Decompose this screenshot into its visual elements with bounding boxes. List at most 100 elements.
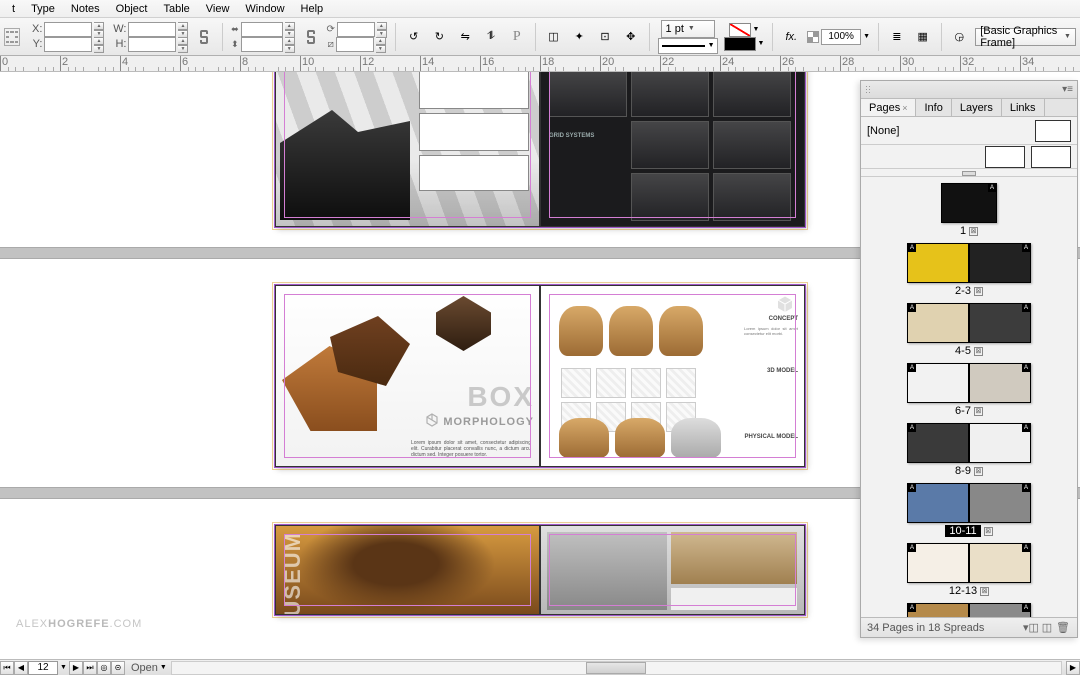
page-thumb-14-15[interactable]: AA14-15⊠ — [861, 603, 1077, 617]
menu-item-object[interactable]: Object — [108, 0, 156, 18]
center-content-icon[interactable]: ✥ — [621, 26, 641, 48]
horizontal-scrollbar[interactable] — [171, 661, 1062, 675]
pages-list[interactable]: A1⊠ AA2-3⊠ AA4-5⊠ AA6-7⊠ AA8-9⊠ AA10-11⊠ AA12-… — [861, 177, 1077, 617]
tab-links[interactable]: Links — [1002, 99, 1045, 116]
delete-page-icon[interactable]: 🗑 — [1055, 621, 1071, 635]
menu-item-window[interactable]: Window — [237, 0, 292, 18]
menu-item-partial[interactable]: t — [4, 0, 23, 18]
create-page-icon[interactable]: ◫ — [1039, 621, 1055, 635]
effects-icon[interactable]: fx. — [781, 26, 801, 48]
master-none-row[interactable]: [None] — [861, 117, 1077, 145]
page-thumb-8-9[interactable]: AA8-9⊠ — [861, 423, 1077, 477]
page-thumb-1[interactable]: A1⊠ — [861, 183, 1077, 237]
page-thumb-6-7[interactable]: AA6-7⊠ — [861, 363, 1077, 417]
cap-3dmodel: 3D MODEL — [767, 368, 798, 374]
page-thumb-10-11[interactable]: AA10-11⊠ — [861, 483, 1077, 537]
wrap-around-icon[interactable]: ▦ — [913, 26, 933, 48]
opacity-input[interactable] — [821, 29, 861, 45]
h-spin[interactable]: ▲▼ — [178, 37, 188, 52]
select-content-icon[interactable]: ✦ — [569, 26, 589, 48]
page-thumb-4-5[interactable]: AA4-5⊠ — [861, 303, 1077, 357]
panel-tabs: Pages× Info Layers Links — [861, 99, 1077, 117]
page-thumb-2-3[interactable]: AA2-3⊠ — [861, 243, 1077, 297]
panel-splitter[interactable] — [861, 169, 1077, 177]
h-label: H: — [110, 38, 126, 50]
last-page-button[interactable]: ⏭ — [83, 661, 97, 675]
errors-icon[interactable]: ⊝ — [111, 661, 125, 675]
scroll-right-button[interactable]: ▶ — [1066, 661, 1080, 675]
page-14[interactable]: MUSEUM — [275, 525, 540, 615]
cap-physical: PHYSICAL MODEL — [744, 434, 798, 440]
constrain-scale-icon[interactable] — [301, 26, 321, 48]
fill-menu-icon[interactable]: ▼ — [753, 26, 760, 33]
page-thumb-12-13[interactable]: AA12-13⊠ — [861, 543, 1077, 597]
page-10[interactable]: PUZZLE SOLVER'S — [275, 72, 540, 227]
menu-item-notes[interactable]: Notes — [63, 0, 108, 18]
x-spin[interactable]: ▲▼ — [94, 22, 104, 37]
panel-footer: 34 Pages in 18 Spreads ▾◫ ◫ 🗑 — [861, 617, 1077, 637]
rotate-ccw-icon[interactable]: ↺ — [404, 26, 424, 48]
new-page-icon[interactable]: ▾◫ — [1023, 621, 1039, 635]
stroke-weight-dropdown[interactable]: 1 pt▼ — [661, 20, 715, 38]
panel-grip-icon[interactable] — [865, 85, 871, 95]
scale-y-input[interactable] — [241, 37, 283, 52]
first-page-button[interactable]: ⏮ — [0, 661, 14, 675]
shear-input[interactable] — [336, 37, 374, 52]
horizontal-ruler[interactable]: /*ticks injected below*/ 024681012141618… — [0, 56, 1080, 72]
tab-info[interactable]: Info — [916, 99, 951, 116]
menu-item-help[interactable]: Help — [293, 0, 332, 18]
tab-layers[interactable]: Layers — [952, 99, 1002, 116]
scale-x-spin[interactable]: ▲▼ — [285, 22, 295, 37]
spread1-subhead: GRID SYSTEMS — [549, 133, 609, 139]
h-input[interactable] — [128, 37, 176, 52]
prev-page-button[interactable]: ◀ — [14, 661, 28, 675]
menu-item-view[interactable]: View — [198, 0, 238, 18]
stroke-menu-icon[interactable]: ▼ — [758, 40, 765, 47]
scrollbar-thumb[interactable] — [586, 662, 646, 674]
next-page-button[interactable]: ▶ — [69, 661, 83, 675]
master-a-row[interactable] — [861, 145, 1077, 169]
page-11[interactable]: GRID SYSTEMS — [540, 72, 805, 227]
fill-none-swatch[interactable] — [729, 23, 751, 37]
stroke-swatch[interactable] — [724, 37, 756, 51]
object-style-dropdown[interactable]: [Basic Graphics Frame]▼ — [975, 28, 1076, 46]
rotate-cw-icon[interactable]: ↻ — [430, 26, 450, 48]
constrain-icon[interactable] — [194, 26, 214, 48]
scale-y-spin[interactable]: ▲▼ — [285, 37, 295, 52]
status-dropdown-icon[interactable]: ▼ — [160, 664, 167, 671]
flip-v-icon[interactable]: ⥮ — [481, 26, 501, 48]
control-bar: X:▲▼ Y:▲▼ W:▲▼ H:▲▼ ⬌▲▼ ⬍▲▼ ⟳▲▼ ⧄▲▼ ↺ ↻ … — [0, 18, 1080, 56]
x-input[interactable] — [44, 22, 92, 37]
flip-h-icon[interactable]: ⇋ — [455, 26, 475, 48]
paragraph-icon[interactable]: P — [507, 26, 527, 48]
panel-header[interactable]: ▾≡ — [861, 81, 1077, 99]
stroke-style-dropdown[interactable]: ▼ — [658, 38, 718, 54]
menu-item-table[interactable]: Table — [155, 0, 197, 18]
rotate-input[interactable] — [337, 22, 375, 37]
y-spin[interactable]: ▲▼ — [94, 37, 104, 52]
menu-item-type[interactable]: Type — [23, 0, 63, 18]
shear-icon: ⧄ — [327, 39, 333, 50]
y-input[interactable] — [44, 37, 92, 52]
scale-x-input[interactable] — [241, 22, 283, 37]
shear-spin[interactable]: ▲▼ — [376, 37, 386, 52]
page-dropdown-icon[interactable]: ▼ — [60, 664, 67, 671]
close-icon[interactable]: × — [902, 103, 907, 113]
ref-point-proxy[interactable] — [4, 28, 20, 46]
page-number-input[interactable] — [28, 661, 58, 675]
page-15[interactable] — [540, 525, 805, 615]
w-input[interactable] — [128, 22, 176, 37]
wrap-none-icon[interactable]: ≣ — [887, 26, 907, 48]
preflight-icon[interactable]: ◎ — [97, 661, 111, 675]
x-label: X: — [26, 23, 42, 35]
rotate-spin[interactable]: ▲▼ — [377, 22, 387, 37]
corner-options-icon[interactable]: ◶ — [949, 26, 969, 48]
right-para: Lorem ipsum dolor sit amet consectetur e… — [744, 326, 798, 336]
page-12[interactable]: BOX MORPHOLOGY Lorem ipsum dolor sit ame… — [275, 285, 540, 467]
fit-content-icon[interactable]: ⊡ — [595, 26, 615, 48]
w-spin[interactable]: ▲▼ — [178, 22, 188, 37]
page-13[interactable]: CONCEPT 3D MODEL PHYSICAL MODEL Lorem ip… — [540, 285, 805, 467]
panel-menu-icon[interactable]: ▾≡ — [1062, 84, 1073, 95]
tab-pages[interactable]: Pages× — [861, 98, 916, 116]
select-container-icon[interactable]: ◫ — [544, 26, 564, 48]
